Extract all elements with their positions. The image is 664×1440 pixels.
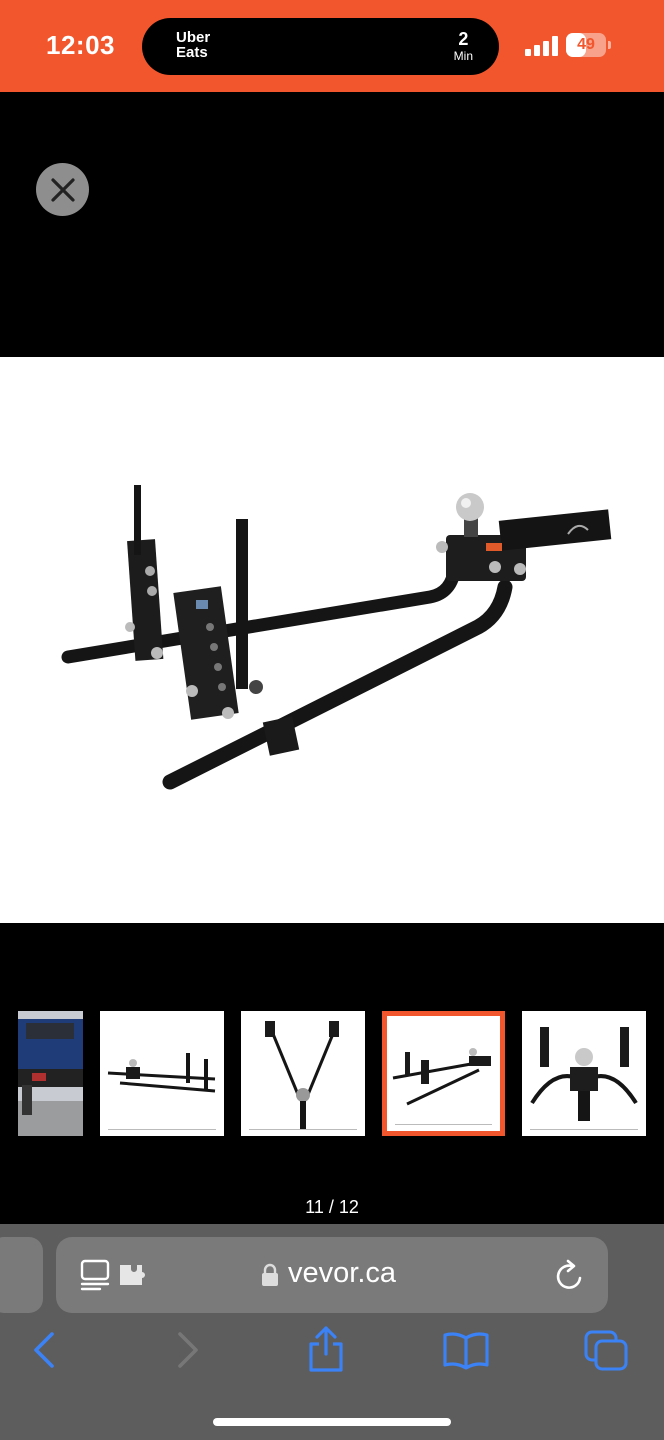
uber-eats-logo: Uber Eats	[176, 29, 211, 61]
forward-icon[interactable]	[174, 1328, 202, 1372]
image-counter: 11 / 12	[305, 1197, 359, 1217]
back-icon[interactable]	[30, 1328, 58, 1372]
eta-count: 2	[458, 29, 469, 49]
battery-percent: 49	[577, 36, 595, 53]
thumbnail-1[interactable]	[18, 1011, 83, 1136]
thumbnail-5[interactable]	[522, 1011, 646, 1136]
url-text: vevor.ca	[288, 1257, 396, 1289]
thumbnail-baseline	[530, 1129, 638, 1130]
tabs-icon[interactable]	[584, 1330, 630, 1372]
weight-distribution-hitch-photo	[61, 485, 612, 790]
thumbnail-baseline	[395, 1124, 492, 1125]
thumbnail-2[interactable]	[100, 1011, 224, 1136]
status-time: 12:03	[46, 30, 115, 60]
thumbnail-baseline	[249, 1129, 357, 1130]
thumbnail-4-selected[interactable]	[382, 1011, 505, 1136]
thumbnail-3[interactable]	[241, 1011, 365, 1136]
battery-icon: 49	[566, 33, 606, 57]
extension-icon[interactable]	[118, 1263, 150, 1287]
close-button[interactable]	[36, 163, 89, 216]
eta-unit: Min	[453, 49, 473, 63]
truck-rear-photo	[18, 1011, 83, 1136]
dynamic-island[interactable]: Uber Eats 2 Min	[142, 18, 499, 75]
share-icon[interactable]	[306, 1324, 346, 1374]
signal-icon	[525, 36, 559, 56]
reload-icon[interactable]	[554, 1259, 586, 1293]
lock-icon	[262, 1263, 278, 1286]
hitch-side-view	[107, 1053, 216, 1093]
reader-icon[interactable]	[80, 1259, 110, 1291]
address-bar[interactable]: vevor.ca	[56, 1237, 608, 1313]
browser-bar: vevor.ca	[0, 1224, 664, 1440]
status-bar: 12:03 Uber Eats 2 Min 49	[0, 0, 664, 92]
previous-tab-preview[interactable]	[0, 1237, 43, 1313]
home-indicator	[213, 1418, 451, 1426]
thumbnail-baseline	[108, 1129, 216, 1130]
main-product-image[interactable]	[0, 357, 664, 923]
hitch-front-view	[530, 1027, 638, 1121]
bookmarks-icon[interactable]	[442, 1330, 490, 1370]
close-icon	[50, 177, 75, 202]
delivery-eta: 2 Min	[454, 29, 473, 63]
hitch-v-view	[265, 1021, 339, 1129]
hitch-angled-view	[392, 1048, 491, 1106]
battery-cap	[608, 41, 611, 49]
